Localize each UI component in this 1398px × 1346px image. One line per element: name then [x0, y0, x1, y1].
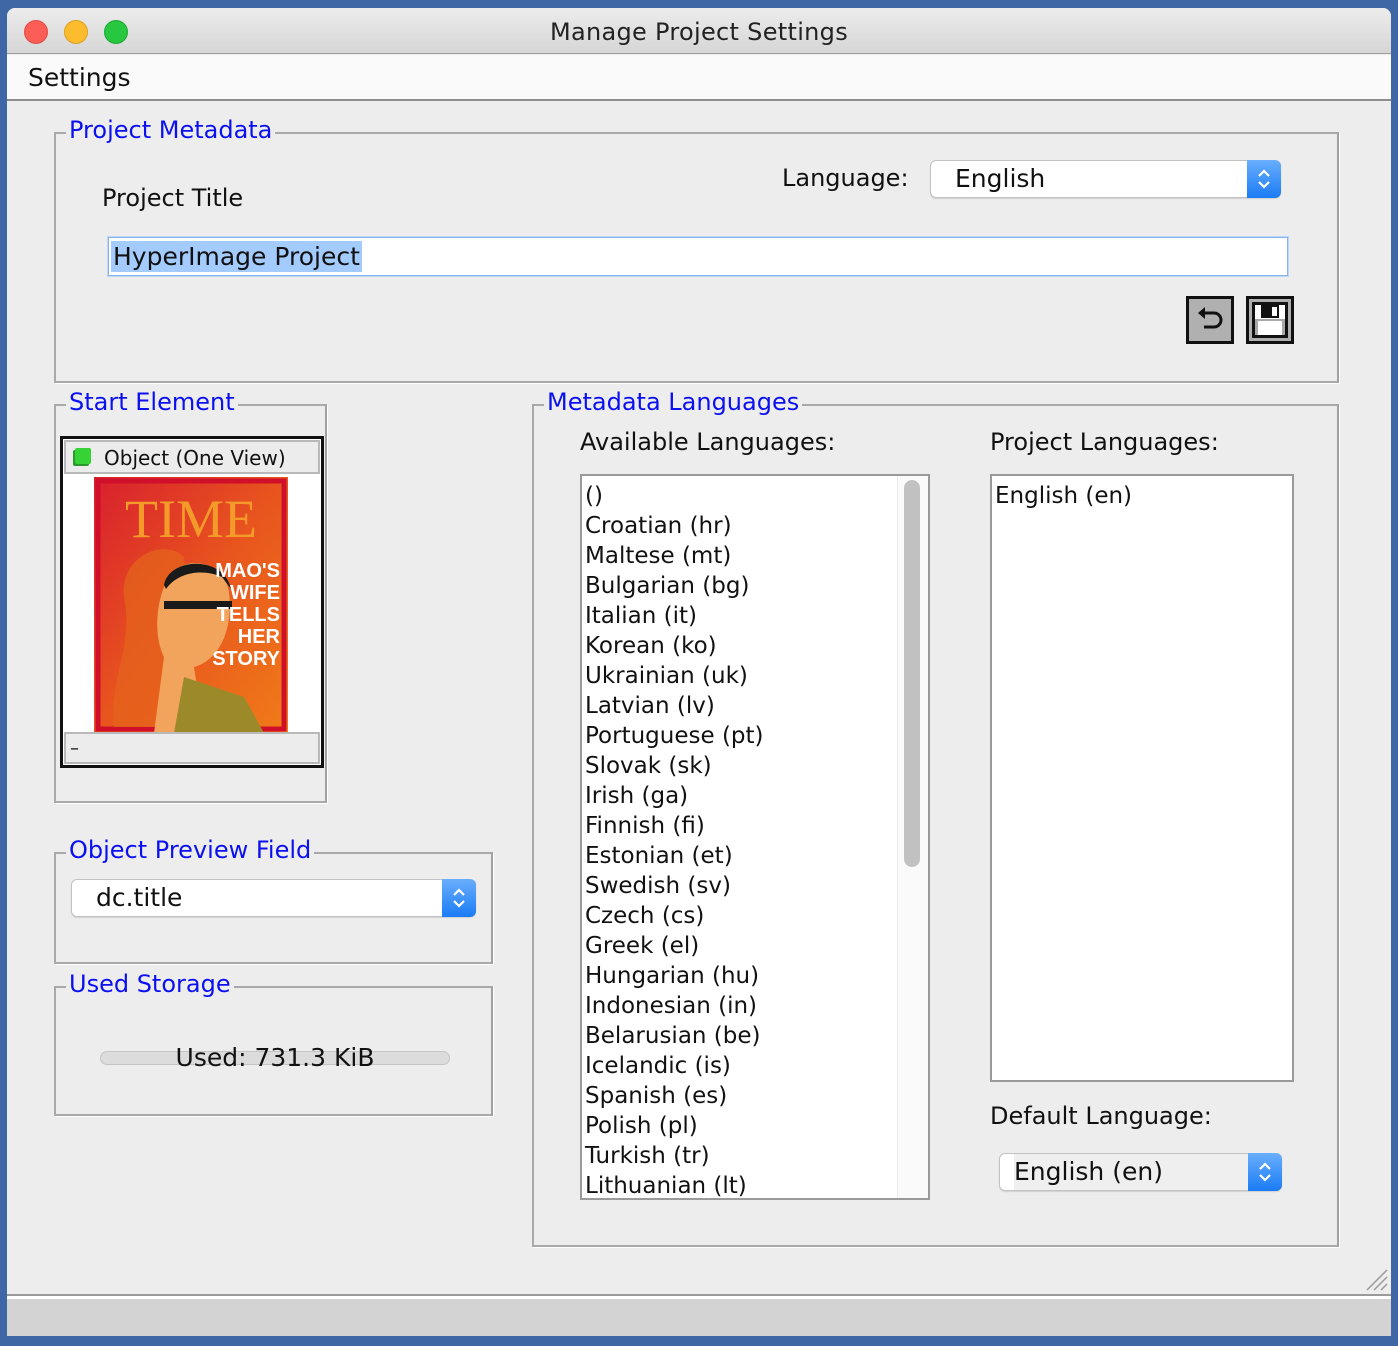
- available-language-item[interactable]: Portuguese (pt): [582, 721, 897, 751]
- project-title-input[interactable]: HyperImage Project: [108, 237, 1288, 276]
- available-language-item[interactable]: Ukrainian (uk): [582, 661, 897, 691]
- used-storage-title: Used Storage: [66, 969, 234, 999]
- available-language-item[interactable]: Belarusian (be): [582, 1021, 897, 1051]
- revert-button[interactable]: [1186, 296, 1234, 344]
- element-type-label: Object (One View): [104, 446, 286, 470]
- project-metadata-title: Project Metadata: [66, 115, 276, 145]
- up-down-chevron-icon: [1248, 1153, 1282, 1191]
- project-title-value: HyperImage Project: [111, 241, 362, 272]
- title-bar[interactable]: Manage Project Settings: [7, 8, 1391, 54]
- available-language-item[interactable]: Indonesian (in): [582, 991, 897, 1021]
- available-language-item[interactable]: Korean (ko): [582, 631, 897, 661]
- project-title-label: Project Title: [102, 184, 244, 212]
- up-down-chevron-icon: [1247, 160, 1281, 198]
- project-language-item[interactable]: English (en): [992, 481, 1292, 511]
- default-language-label: Default Language:: [990, 1102, 1212, 1130]
- available-language-item[interactable]: Greek (el): [582, 931, 897, 961]
- element-type-header: Object (One View): [64, 440, 320, 474]
- language-select[interactable]: English: [930, 160, 1281, 198]
- svg-text:TIME: TIME: [125, 489, 257, 549]
- start-element-title: Start Element: [66, 387, 238, 417]
- available-language-item[interactable]: Icelandic (is): [582, 1051, 897, 1081]
- available-language-item[interactable]: Polish (pl): [582, 1111, 897, 1141]
- project-languages-list[interactable]: English (en): [990, 474, 1294, 1082]
- element-caption: –: [64, 732, 320, 764]
- available-language-item[interactable]: Bulgarian (bg): [582, 571, 897, 601]
- storage-used-text: Used: 731.3 KiB: [175, 1043, 375, 1072]
- available-languages-list[interactable]: () Croatian (hr) Maltese (mt) Bulgarian (bg…: [580, 474, 930, 1200]
- time-cover-thumbnail: TIME MAO'S WIFE TELLS HER STORY: [94, 477, 288, 733]
- available-language-item[interactable]: Lithuanian (lt): [582, 1171, 897, 1201]
- available-language-item[interactable]: Finnish (fi): [582, 811, 897, 841]
- available-language-item[interactable]: Hungarian (hu): [582, 961, 897, 991]
- save-button[interactable]: [1246, 296, 1294, 344]
- svg-text:WIFE: WIFE: [230, 582, 280, 604]
- available-language-item[interactable]: Latvian (lv): [582, 691, 897, 721]
- available-language-item[interactable]: (): [582, 481, 897, 511]
- available-language-item[interactable]: Maltese (mt): [582, 541, 897, 571]
- available-language-item[interactable]: Italian (it): [582, 601, 897, 631]
- available-language-item[interactable]: Slovak (sk): [582, 751, 897, 781]
- svg-text:STORY: STORY: [212, 648, 280, 670]
- available-language-item[interactable]: Spanish (es): [582, 1081, 897, 1111]
- object-preview-field-value: dc.title: [96, 883, 183, 912]
- menu-settings[interactable]: Settings: [28, 63, 131, 92]
- resize-grip-icon[interactable]: [1365, 1268, 1389, 1292]
- element-caption-text: –: [70, 738, 79, 759]
- project-languages-label: Project Languages:: [990, 428, 1219, 456]
- green-object-icon: [73, 448, 91, 466]
- undo-arrow-icon: [1198, 307, 1223, 329]
- available-language-item[interactable]: Czech (cs): [582, 901, 897, 931]
- available-language-item[interactable]: Irish (ga): [582, 781, 897, 811]
- available-language-item[interactable]: Turkish (tr): [582, 1141, 897, 1171]
- available-language-item[interactable]: Estonian (et): [582, 841, 897, 871]
- available-languages-scrollbar[interactable]: [897, 476, 928, 1198]
- up-down-chevron-icon: [442, 879, 476, 917]
- scrollbar-thumb[interactable]: [904, 480, 920, 867]
- menu-bar: Settings: [7, 55, 1391, 101]
- available-languages-label: Available Languages:: [580, 428, 836, 456]
- available-language-item[interactable]: Croatian (hr): [582, 511, 897, 541]
- start-element-card[interactable]: Object (One View) TIME MAO'S WIFE TELLS: [60, 436, 324, 768]
- status-bar: [7, 1296, 1391, 1336]
- default-language-select[interactable]: English (en): [999, 1153, 1282, 1191]
- svg-text:MAO'S: MAO'S: [215, 560, 280, 582]
- default-language-value: English (en): [1014, 1157, 1163, 1186]
- language-label: Language:: [782, 164, 909, 192]
- object-preview-field-select[interactable]: dc.title: [71, 879, 476, 917]
- available-language-item[interactable]: Swedish (sv): [582, 871, 897, 901]
- language-select-value: English: [955, 164, 1046, 193]
- window-title: Manage Project Settings: [549, 18, 849, 46]
- floppy-disk-icon: [1252, 302, 1288, 338]
- manage-project-settings-window: Manage Project Settings Settings Project…: [7, 8, 1391, 1336]
- metadata-languages-title: Metadata Languages: [544, 387, 803, 417]
- object-preview-field-title: Object Preview Field: [66, 835, 315, 865]
- svg-text:HER: HER: [238, 626, 281, 648]
- svg-text:TELLS: TELLS: [217, 604, 280, 626]
